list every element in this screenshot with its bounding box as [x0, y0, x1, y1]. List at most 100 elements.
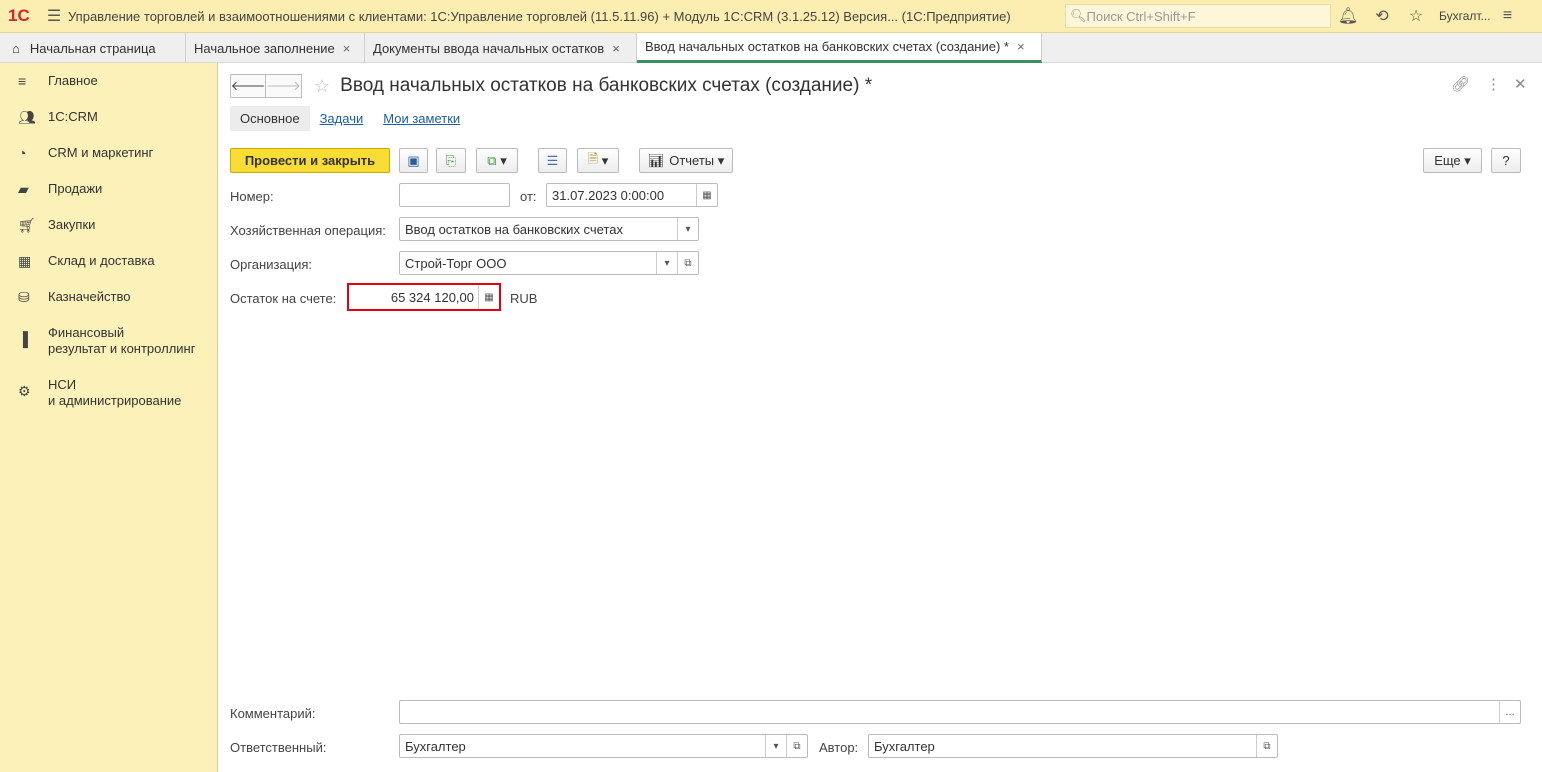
chevron-down-icon[interactable]: ▾ [677, 218, 698, 240]
operation-select[interactable]: Ввод остатков на банковских счетах ▾ [399, 217, 699, 241]
save-icon: ▣ [407, 152, 420, 168]
tab-documents[interactable]: Документы ввода начальных остатков × [365, 33, 637, 63]
ellipsis-icon[interactable]: … [1499, 701, 1520, 723]
main-menu-icon[interactable]: ☰ [40, 6, 68, 26]
sidebar-item-label: Главное [48, 73, 98, 88]
1c-logo: 1С [8, 6, 30, 25]
star-icon[interactable]: ☆ [1399, 6, 1433, 26]
more-button[interactable]: Еще ▾ [1423, 148, 1482, 173]
organization-select[interactable]: Строй-Торг ООО ▾ ⧉ [399, 251, 699, 275]
tab-label: Документы ввода начальных остатков [373, 40, 605, 56]
tab-tasks[interactable]: Задачи [310, 106, 374, 131]
close-icon[interactable]: × [1017, 39, 1025, 54]
number-input[interactable] [399, 183, 510, 207]
date-input[interactable]: 31.07.2023 0:00:00 ▦ [546, 183, 718, 207]
create-based-on-button[interactable]: ⧉ ▾ [476, 148, 518, 173]
back-button[interactable]: 🡐 [230, 74, 266, 98]
chart-icon: ▐ [18, 331, 28, 347]
sidebar-item-label: Казначейство [48, 289, 131, 304]
sidebar-item-sales[interactable]: ▰ Продажи [0, 171, 217, 207]
app-title: Управление торговлей и взаимоотношениями… [68, 8, 1011, 24]
author-input[interactable]: Бухгалтер ⧉ [868, 734, 1278, 758]
search-icon: 🔍︎ [1070, 8, 1087, 23]
gear-icon: ⚙ [18, 383, 31, 399]
bell-icon[interactable]: 🔔︎ [1331, 6, 1365, 26]
highlight-frame [347, 283, 501, 311]
report-icon: 📊︎ [647, 152, 665, 168]
operation-label: Хозяйственная операция: [230, 223, 386, 238]
sidebar-item-label: НСИ и администрирование [48, 377, 182, 408]
search-placeholder: Поиск Ctrl+Shift+F [1086, 8, 1196, 24]
sidebar-item-main[interactable]: ≡ Главное [0, 63, 217, 99]
date-value: 31.07.2023 0:00:00 [552, 187, 665, 203]
history-icon[interactable]: ⟲ [1365, 6, 1399, 26]
sidebar-item-warehouse[interactable]: ▦ Склад и доставка [0, 243, 217, 279]
title-bar: 1С ☰ Управление торговлей и взаимоотноше… [0, 0, 1542, 33]
sidebar-item-crm[interactable]: 👥︎ 1С:CRM [0, 99, 217, 135]
responsible-label: Ответственный: [230, 740, 327, 755]
post-button[interactable]: ⎘ [436, 148, 466, 173]
sidebar-item-purchases[interactable]: 🛒︎ Закупки [0, 207, 217, 243]
document-form: 🡐 🡒 ☆ Ввод начальных остатков на банковс… [218, 63, 1542, 772]
journal-button[interactable]: ☰ [538, 148, 567, 173]
sidebar: ≡ Главное 👥︎ 1С:CRM ◔ CRM и маркетинг ▰ Прод… [0, 63, 218, 772]
settings-menu-icon[interactable]: ≡ [1491, 7, 1525, 25]
tab-label: Начальная страница [29, 40, 156, 56]
more-label: Еще [1434, 153, 1461, 168]
sidebar-item-label: Продажи [48, 181, 103, 196]
close-icon[interactable]: × [612, 41, 620, 56]
balance-label: Остаток на счете: [230, 291, 337, 306]
sidebar-item-admin[interactable]: ⚙ НСИ и администрирование [0, 367, 217, 419]
search-input[interactable]: 🔍︎ Поиск Ctrl+Shift+F [1065, 4, 1331, 28]
tab-notes[interactable]: Мои заметки [373, 106, 470, 131]
tab-label: Ввод начальных остатков на банковских сч… [645, 39, 1009, 54]
help-button[interactable]: ? [1491, 148, 1521, 173]
page-title: Ввод начальных остатков на банковских сч… [340, 75, 873, 96]
open-tabs: ⌂ Начальная страница Начальное заполнение… [0, 33, 1542, 63]
grid-icon: ▦ [18, 253, 32, 269]
sidebar-item-label: 1С:CRM [48, 109, 98, 124]
bag-icon: ▰ [18, 181, 29, 197]
favorite-star-icon[interactable]: ☆ [314, 76, 330, 97]
comment-input[interactable]: … [399, 700, 1521, 724]
sidebar-item-treasury[interactable]: ⛁ Казначейство [0, 279, 217, 315]
open-icon[interactable]: ⧉ [1256, 735, 1277, 757]
organization-value: Строй-Торг ООО [405, 255, 507, 271]
related-documents-button[interactable]: 🗎 ▾ [577, 148, 619, 173]
close-icon[interactable]: × [343, 41, 351, 56]
chevron-down-icon[interactable]: ▾ [656, 252, 677, 274]
forward-button[interactable]: 🡒 [266, 74, 302, 98]
sidebar-item-finance[interactable]: ▐ Финансовый результат и контроллинг [0, 315, 217, 367]
sidebar-item-label: Закупки [48, 217, 96, 232]
reports-button[interactable]: 📊︎ Отчеты ▾ [639, 148, 733, 173]
reports-label: Отчеты [669, 153, 715, 168]
sidebar-item-crm-marketing[interactable]: ◔ CRM и маркетинг [0, 135, 217, 171]
comment-label: Комментарий: [230, 706, 316, 721]
tab-main[interactable]: Основное [230, 106, 310, 131]
responsible-value: Бухгалтер [405, 738, 466, 754]
link-icon[interactable]: 🔗︎ [1451, 75, 1470, 93]
tab-current-document[interactable]: Ввод начальных остатков на банковских сч… [637, 33, 1042, 63]
pie-icon: ◔ [18, 145, 27, 161]
post-and-close-button[interactable]: Провести и закрыть [230, 148, 390, 173]
home-icon: ⌂ [12, 40, 20, 56]
document-clock-icon: 🗎 [587, 150, 599, 166]
calendar-icon[interactable]: ▦ [696, 184, 717, 206]
responsible-select[interactable]: Бухгалтер ▾ ⧉ [399, 734, 808, 758]
close-icon[interactable]: ✕ [1514, 75, 1527, 93]
chevron-down-icon[interactable]: ▾ [765, 735, 786, 757]
tab-home[interactable]: ⌂ Начальная страница [0, 33, 186, 63]
post-icon: ⎘ [445, 152, 457, 168]
sidebar-item-label: Склад и доставка [48, 253, 155, 268]
coins-icon: ⛁ [18, 289, 30, 305]
tab-initial-fill[interactable]: Начальное заполнение × [186, 33, 365, 63]
user-name[interactable]: Бухгалт... [1439, 9, 1491, 23]
operation-value: Ввод остатков на банковских счетах [405, 221, 624, 237]
cart-icon: 🛒︎ [18, 217, 36, 233]
save-button[interactable]: ▣ [399, 148, 428, 173]
create-based-icon: ⧉ [487, 152, 497, 168]
open-icon[interactable]: ⧉ [677, 252, 698, 274]
open-icon[interactable]: ⧉ [786, 735, 807, 757]
tab-label: Начальное заполнение [194, 40, 335, 56]
more-vertical-icon[interactable]: ⋮ [1486, 75, 1501, 93]
